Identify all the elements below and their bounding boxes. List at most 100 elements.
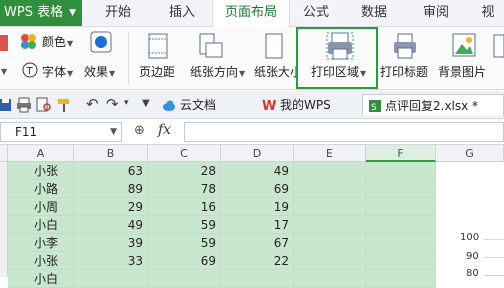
doc-tab-active-workbook[interactable]: S 点评回复2.xlsx *	[362, 94, 504, 116]
background-image-button[interactable]: 背景图片	[438, 63, 486, 80]
wps-logo-icon: W	[262, 99, 276, 112]
cell-f4[interactable]	[366, 216, 436, 234]
cell-b7[interactable]	[74, 270, 148, 288]
cell-b2[interactable]: 89	[74, 180, 148, 198]
column-header-e[interactable]: E	[294, 145, 366, 162]
cell-f3[interactable]	[366, 198, 436, 216]
cell-a4[interactable]: 小白	[8, 216, 74, 234]
effects-label: 效果	[84, 65, 109, 79]
undo-icon[interactable]: ↶	[86, 95, 99, 113]
tab-view[interactable]: 视	[472, 0, 504, 27]
page-margins-button[interactable]: 页边距	[139, 63, 175, 80]
chevron-down-icon: ▼	[360, 69, 367, 78]
save-icon[interactable]	[0, 98, 12, 112]
formula-input[interactable]	[184, 122, 504, 142]
tab-home[interactable]: 开始	[94, 0, 142, 27]
column-header-d[interactable]: D	[221, 145, 294, 162]
cell-a3[interactable]: 小周	[8, 198, 74, 216]
cell-d7[interactable]	[221, 270, 294, 288]
cell-a5[interactable]: 小李	[8, 234, 74, 252]
tab-formulas[interactable]: 公式	[292, 0, 340, 27]
tab-page-layout[interactable]: 页面布局	[212, 0, 290, 28]
cell-c4[interactable]: 59	[148, 216, 221, 234]
cell-e7[interactable]	[294, 270, 366, 288]
cell-f1[interactable]	[366, 162, 436, 180]
cell-e1[interactable]	[294, 162, 366, 180]
cell-b4[interactable]: 49	[74, 216, 148, 234]
page-orientation-button[interactable]: 纸张方向▼	[190, 63, 245, 80]
cell-e3[interactable]	[294, 198, 366, 216]
cell-e5[interactable]	[294, 234, 366, 252]
color-button[interactable]: 颜色▼	[42, 33, 73, 50]
name-box[interactable]: F11 ▼	[0, 122, 122, 142]
cell-d4[interactable]: 17	[221, 216, 294, 234]
app-menu-button[interactable]: WPS 表格 ▼	[0, 0, 82, 26]
select-all-corner[interactable]	[0, 145, 8, 162]
print-titles-button[interactable]: 打印标题	[380, 63, 428, 80]
cell-c7[interactable]	[148, 270, 221, 288]
svg-text:T: T	[26, 66, 34, 77]
cell-e2[interactable]	[294, 180, 366, 198]
cell-e6[interactable]	[294, 252, 366, 270]
font-button[interactable]: 字体▼	[42, 63, 73, 80]
column-header-c[interactable]: C	[148, 145, 221, 162]
cell-a6[interactable]: 小张	[8, 252, 74, 270]
embedded-chart[interactable]: 100 90 80	[436, 162, 504, 279]
cell-f7[interactable]	[366, 270, 436, 288]
column-header-g[interactable]: G	[436, 145, 504, 162]
cell-d5[interactable]: 67	[221, 234, 294, 252]
name-box-value: F11	[15, 125, 38, 139]
doc-tab-label: 云文档	[180, 98, 217, 112]
cell-c5[interactable]: 59	[148, 234, 221, 252]
doc-tab-label: 我的WPS	[280, 98, 331, 112]
column-header-b[interactable]: B	[74, 145, 148, 162]
print-icon[interactable]	[16, 97, 32, 113]
svg-text:S: S	[371, 103, 377, 113]
cell-a2[interactable]: 小路	[8, 180, 74, 198]
cell-c3[interactable]: 16	[148, 198, 221, 216]
zoom-icon[interactable]: ⊕	[134, 123, 145, 138]
cell-b1[interactable]: 63	[74, 162, 148, 180]
cell-d6[interactable]: 22	[221, 252, 294, 270]
print-area-button[interactable]: 打印区域▼	[311, 63, 366, 80]
row-header-gutter[interactable]	[0, 162, 8, 277]
column-header-a[interactable]: A	[8, 145, 74, 162]
redo-icon[interactable]: ↷	[106, 95, 119, 113]
paper-size-button[interactable]: 纸张大小	[254, 63, 296, 80]
cell-f6[interactable]	[366, 252, 436, 270]
cell-a1[interactable]: 小张	[8, 162, 74, 180]
format-painter-icon[interactable]	[56, 97, 72, 113]
cell-d3[interactable]: 19	[221, 198, 294, 216]
spreadsheet-file-icon: S	[369, 100, 381, 113]
column-header-f[interactable]: F	[366, 145, 436, 162]
cell-e4[interactable]	[294, 216, 366, 234]
doc-tab-cloud[interactable]: 云文档	[158, 94, 250, 116]
cell-d2[interactable]: 69	[221, 180, 294, 198]
customize-caret-icon[interactable]: ▾	[124, 98, 129, 108]
palette-icon	[21, 34, 36, 49]
print-preview-icon[interactable]	[36, 97, 52, 113]
cloud-icon	[163, 100, 175, 111]
tab-data[interactable]: 数据	[350, 0, 398, 27]
theme-caret[interactable]: ▼	[0, 63, 7, 77]
theme-icon[interactable]	[0, 33, 10, 53]
more-icon[interactable]	[492, 33, 504, 59]
cell-f2[interactable]	[366, 180, 436, 198]
cell-f5[interactable]	[366, 234, 436, 252]
function-icon[interactable]: fx	[158, 122, 171, 138]
cell-a7[interactable]: 小白	[8, 270, 74, 288]
cell-b3[interactable]: 29	[74, 198, 148, 216]
cell-c6[interactable]: 69	[148, 252, 221, 270]
cell-b5[interactable]: 39	[74, 234, 148, 252]
app-name: WPS 表格	[4, 5, 64, 20]
effects-button[interactable]: 效果▼	[84, 63, 115, 80]
tab-review[interactable]: 审阅	[412, 0, 460, 27]
menu-tab-bar: WPS 表格 ▼ 开始 插入 页面布局 公式 数据 审阅 视	[0, 0, 504, 28]
doc-tab-mywps[interactable]: W 我的WPS	[258, 94, 358, 116]
chevron-down-icon[interactable]: ▼	[142, 98, 150, 109]
cell-d1[interactable]: 49	[221, 162, 294, 180]
cell-c2[interactable]: 78	[148, 180, 221, 198]
cell-c1[interactable]: 28	[148, 162, 221, 180]
cell-b6[interactable]: 33	[74, 252, 148, 270]
tab-insert[interactable]: 插入	[158, 0, 206, 27]
